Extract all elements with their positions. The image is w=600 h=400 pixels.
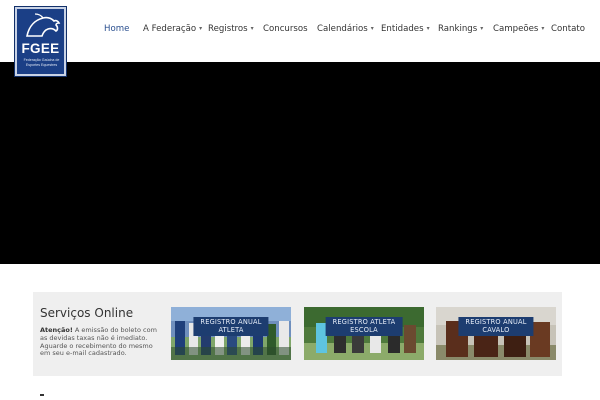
service-card-registro-anual-cavalo[interactable]: REGISTRO ANUAL CAVALO: [436, 307, 556, 360]
logo-subtitle: Federação Gaúcha de Esportes Equestres: [23, 58, 60, 67]
card-line2: CAVALO: [482, 326, 510, 334]
services-title: Serviços Online: [40, 306, 134, 320]
services-note: Atenção! A emissão do boleto com as devi…: [40, 326, 162, 358]
service-card-registro-atleta-escola[interactable]: REGISTRO ATLETA ESCOLA: [304, 307, 424, 360]
nav-entidades-label: Entidades: [381, 24, 424, 34]
registro-atleta-escola-button[interactable]: REGISTRO ATLETA ESCOLA: [325, 317, 403, 336]
registro-anual-atleta-button[interactable]: REGISTRO ANUAL ATLETA: [193, 317, 269, 336]
nav-campeoes[interactable]: Campeões ▾: [493, 24, 544, 34]
nav-home-label: Home: [104, 24, 130, 34]
chevron-down-icon: ▾: [370, 25, 374, 32]
nav-contato[interactable]: Contato: [551, 24, 585, 34]
horse-head-icon: [26, 13, 61, 37]
chevron-down-icon: ▾: [426, 25, 430, 32]
nav-campeoes-label: Campeões: [493, 24, 539, 34]
nav-home[interactable]: Home: [104, 24, 129, 34]
nav-calendarios-label: Calendários: [317, 24, 368, 34]
chevron-down-icon: ▾: [541, 25, 545, 32]
online-services-panel: Serviços Online Atenção! A emissão do bo…: [33, 292, 562, 376]
nav-a-federacao-label: A Federação: [143, 24, 197, 34]
nav-a-federacao[interactable]: A Federação ▾: [143, 24, 202, 34]
chevron-down-icon: ▾: [480, 25, 484, 32]
nav-registros[interactable]: Registros ▾: [208, 24, 254, 34]
nav-concursos[interactable]: Concursos: [263, 24, 308, 34]
site-header: FGEE Federação Gaúcha de Esportes Equest…: [0, 0, 600, 77]
card-line1: REGISTRO ATLETA: [332, 318, 396, 326]
nav-concursos-label: Concursos: [263, 24, 308, 34]
logo-abbr: FGEE: [21, 41, 60, 56]
card-line2: ATLETA: [218, 326, 244, 334]
chevron-down-icon: ▾: [199, 25, 203, 32]
nav-registros-label: Registros: [208, 24, 248, 34]
nav-calendarios[interactable]: Calendários ▾: [317, 24, 374, 34]
nav-rankings-label: Rankings: [438, 24, 478, 34]
card-line1: REGISTRO ANUAL: [200, 318, 262, 326]
services-info: Serviços Online Atenção! A emissão do bo…: [33, 292, 163, 376]
service-card-registro-anual-atleta[interactable]: REGISTRO ANUAL ATLETA: [171, 307, 291, 360]
registro-anual-cavalo-button[interactable]: REGISTRO ANUAL CAVALO: [458, 317, 534, 336]
chevron-down-icon: ▾: [250, 25, 254, 32]
fgee-logo[interactable]: FGEE Federação Gaúcha de Esportes Equest…: [14, 6, 67, 77]
card-line1: REGISTRO ANUAL: [465, 318, 527, 326]
services-note-warning: Atenção!: [40, 326, 73, 334]
hero-slider: [0, 62, 600, 264]
main-nav: Home A Federação ▾ Registros ▾ Concursos C…: [100, 0, 590, 62]
nav-contato-label: Contato: [551, 24, 585, 34]
nav-entidades[interactable]: Entidades ▾: [381, 24, 430, 34]
card-line2: ESCOLA: [350, 326, 378, 334]
nav-rankings[interactable]: Rankings ▾: [438, 24, 483, 34]
content-divider: [40, 394, 44, 396]
